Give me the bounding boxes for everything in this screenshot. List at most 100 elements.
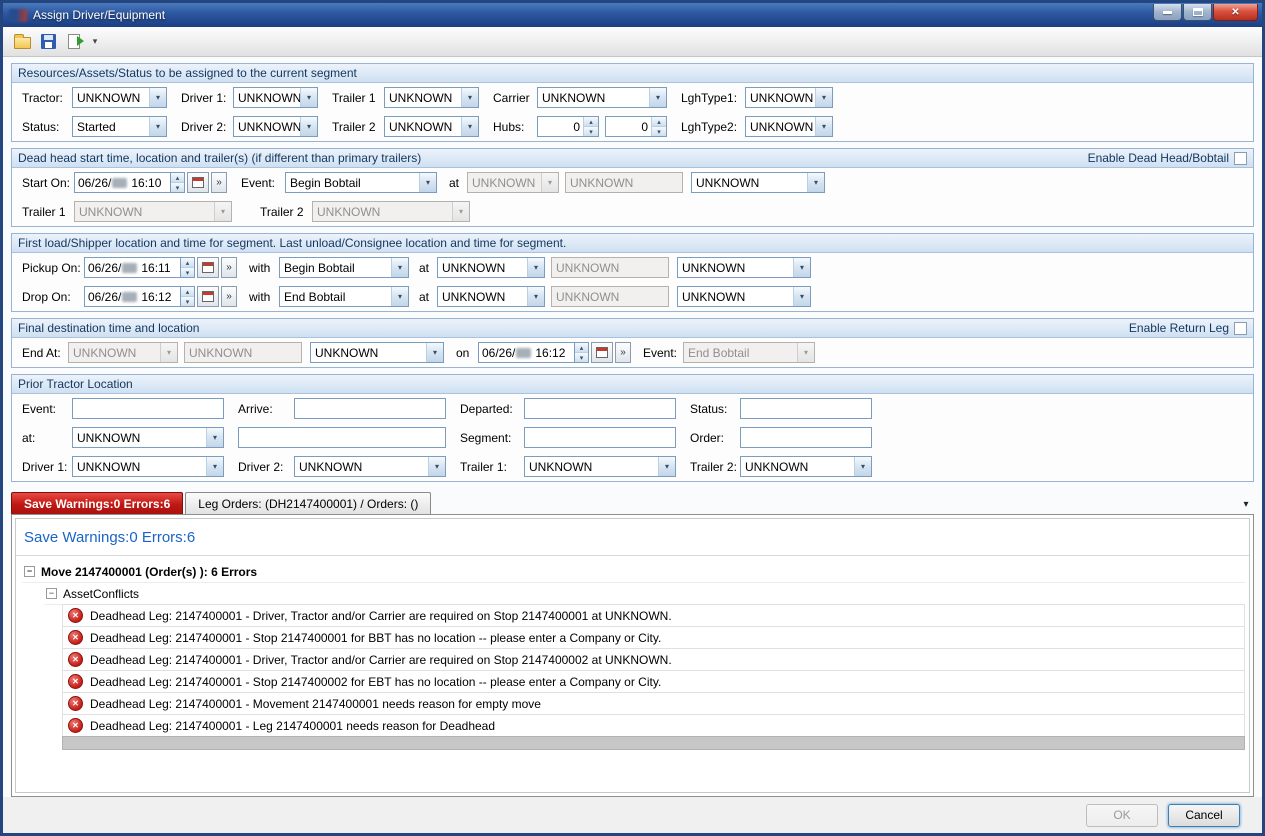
error-row[interactable]: Deadhead Leg: 2147400001 - Movement 2147… — [62, 692, 1245, 715]
chevron-down-icon — [391, 287, 408, 306]
export-button[interactable] — [61, 30, 87, 54]
error-row[interactable]: Deadhead Leg: 2147400001 - Driver, Tract… — [62, 604, 1245, 627]
maximize-icon — [1193, 8, 1203, 16]
minimize-button[interactable] — [1153, 4, 1182, 21]
pickup-state-select[interactable]: UNKNOWN — [677, 257, 811, 278]
prior-departed-field[interactable] — [524, 398, 676, 419]
prior-status-field[interactable] — [740, 398, 872, 419]
toolbar-overflow-chevron-icon[interactable] — [89, 31, 101, 53]
datetime-more-button[interactable] — [221, 257, 237, 278]
drop-event-select[interactable]: End Bobtail — [279, 286, 409, 307]
pickup-on-datetime[interactable]: 06/26/16:11 — [84, 257, 237, 278]
spinner-arrows-icon[interactable] — [651, 117, 666, 136]
datetime-spinner[interactable] — [574, 342, 589, 363]
error-row[interactable]: Deadhead Leg: 2147400001 - Stop 21474000… — [62, 670, 1245, 693]
cancel-button[interactable]: Cancel — [1168, 804, 1240, 827]
prior-location-field[interactable] — [238, 427, 446, 448]
start-on-datetime[interactable]: 06/26/16:10 — [74, 172, 227, 193]
prior-driver2-label: Driver 2: — [238, 460, 294, 474]
section-prior-header: Prior Tractor Location — [12, 375, 1253, 394]
tab-save-warnings-errors[interactable]: Save Warnings:0 Errors:6 — [11, 492, 183, 514]
prior-status-label: Status: — [690, 402, 740, 416]
calendar-button[interactable] — [591, 342, 613, 363]
trailer1-select[interactable]: UNKNOWN — [384, 87, 479, 108]
chevron-down-icon — [649, 88, 666, 107]
collapse-icon[interactable] — [46, 588, 57, 599]
drop-on-datetime[interactable]: 06/26/16:12 — [84, 286, 237, 307]
tree-root-row[interactable]: Move 2147400001 (Order(s) ): 6 Errors — [22, 561, 1245, 583]
datetime-spinner[interactable] — [180, 257, 195, 278]
deadhead-event-select[interactable]: Begin Bobtail — [285, 172, 437, 193]
tree-group-row[interactable]: AssetConflicts — [44, 583, 1245, 605]
pickup-event-select[interactable]: Begin Bobtail — [279, 257, 409, 278]
pickup-at-select[interactable]: UNKNOWN — [437, 257, 545, 278]
pickup-city-field: UNKNOWN — [551, 257, 669, 278]
prior-order-field[interactable] — [740, 427, 872, 448]
deadhead-trailer1-select: UNKNOWN — [74, 201, 232, 222]
prior-driver1-select[interactable]: UNKNOWN — [72, 456, 224, 477]
datetime-more-button[interactable] — [211, 172, 227, 193]
enable-deadhead-label: Enable Dead Head/Bobtail — [1088, 151, 1229, 165]
tractor-select[interactable]: UNKNOWN — [72, 87, 167, 108]
enable-return-leg-checkbox[interactable] — [1234, 322, 1247, 335]
end-state-select[interactable]: UNKNOWN — [310, 342, 444, 363]
hubs-spinner-1[interactable]: 0 — [537, 116, 599, 137]
prior-segment-field[interactable] — [524, 427, 676, 448]
section-deadhead-title: Dead head start time, location and trail… — [18, 151, 421, 165]
carrier-select[interactable]: UNKNOWN — [537, 87, 667, 108]
lghtype1-select[interactable]: UNKNOWN — [745, 87, 833, 108]
error-icon — [68, 674, 83, 689]
final-event-label: Event: — [643, 346, 683, 360]
tab-leg-orders[interactable]: Leg Orders: (DH2147400001) / Orders: () — [185, 492, 431, 514]
drop-state-select[interactable]: UNKNOWN — [677, 286, 811, 307]
end-on-datetime[interactable]: 06/26/16:12 — [478, 342, 631, 363]
trailer2-select[interactable]: UNKNOWN — [384, 116, 479, 137]
titlebar: Assign Driver/Equipment — [3, 3, 1262, 27]
chevron-down-icon — [160, 343, 177, 362]
prior-arrive-field[interactable] — [294, 398, 446, 419]
drop-city-field: UNKNOWN — [551, 286, 669, 307]
collapse-icon[interactable] — [24, 566, 35, 577]
chevron-down-icon — [300, 88, 317, 107]
section-loads-title: First load/Shipper location and time for… — [18, 236, 566, 250]
datetime-more-button[interactable] — [615, 342, 631, 363]
drop-at-select[interactable]: UNKNOWN — [437, 286, 545, 307]
error-row[interactable]: Deadhead Leg: 2147400001 - Stop 21474000… — [62, 626, 1245, 649]
horizontal-scrollbar[interactable] — [62, 736, 1245, 750]
spinner-arrows-icon[interactable] — [583, 117, 598, 136]
maximize-button[interactable] — [1183, 4, 1212, 21]
save-button[interactable] — [35, 30, 61, 54]
datetime-spinner[interactable] — [180, 286, 195, 307]
prior-at-select[interactable]: UNKNOWN — [72, 427, 224, 448]
driver1-select[interactable]: UNKNOWN — [233, 87, 318, 108]
calendar-button[interactable] — [187, 172, 209, 193]
prior-trailer2-select[interactable]: UNKNOWN — [740, 456, 872, 477]
deadhead-state-select[interactable]: UNKNOWN — [691, 172, 825, 193]
pickup-at-label: at — [419, 261, 437, 275]
hubs-label: Hubs: — [493, 120, 537, 134]
chevron-down-icon — [527, 258, 544, 277]
lghtype2-select[interactable]: UNKNOWN — [745, 116, 833, 137]
status-select[interactable]: Started — [72, 116, 167, 137]
prior-event-field[interactable] — [72, 398, 224, 419]
enable-deadhead-checkbox[interactable] — [1234, 152, 1247, 165]
tab-list-chevron-icon[interactable] — [1238, 499, 1254, 514]
error-row[interactable]: Deadhead Leg: 2147400001 - Leg 214740000… — [62, 714, 1245, 737]
minimize-icon — [1163, 11, 1172, 14]
chevron-down-icon — [149, 117, 166, 136]
error-row[interactable]: Deadhead Leg: 2147400001 - Driver, Tract… — [62, 648, 1245, 671]
open-button[interactable] — [9, 30, 35, 54]
close-button[interactable] — [1213, 4, 1258, 21]
driver2-select[interactable]: UNKNOWN — [233, 116, 318, 137]
deadhead-at-label: at — [449, 176, 467, 190]
toolbar — [3, 27, 1262, 57]
prior-driver2-select[interactable]: UNKNOWN — [294, 456, 446, 477]
calendar-icon — [202, 291, 214, 302]
calendar-button[interactable] — [197, 286, 219, 307]
calendar-button[interactable] — [197, 257, 219, 278]
chevron-down-icon — [527, 287, 544, 306]
datetime-spinner[interactable] — [170, 172, 185, 193]
prior-trailer1-select[interactable]: UNKNOWN — [524, 456, 676, 477]
datetime-more-button[interactable] — [221, 286, 237, 307]
hubs-spinner-2[interactable]: 0 — [605, 116, 667, 137]
